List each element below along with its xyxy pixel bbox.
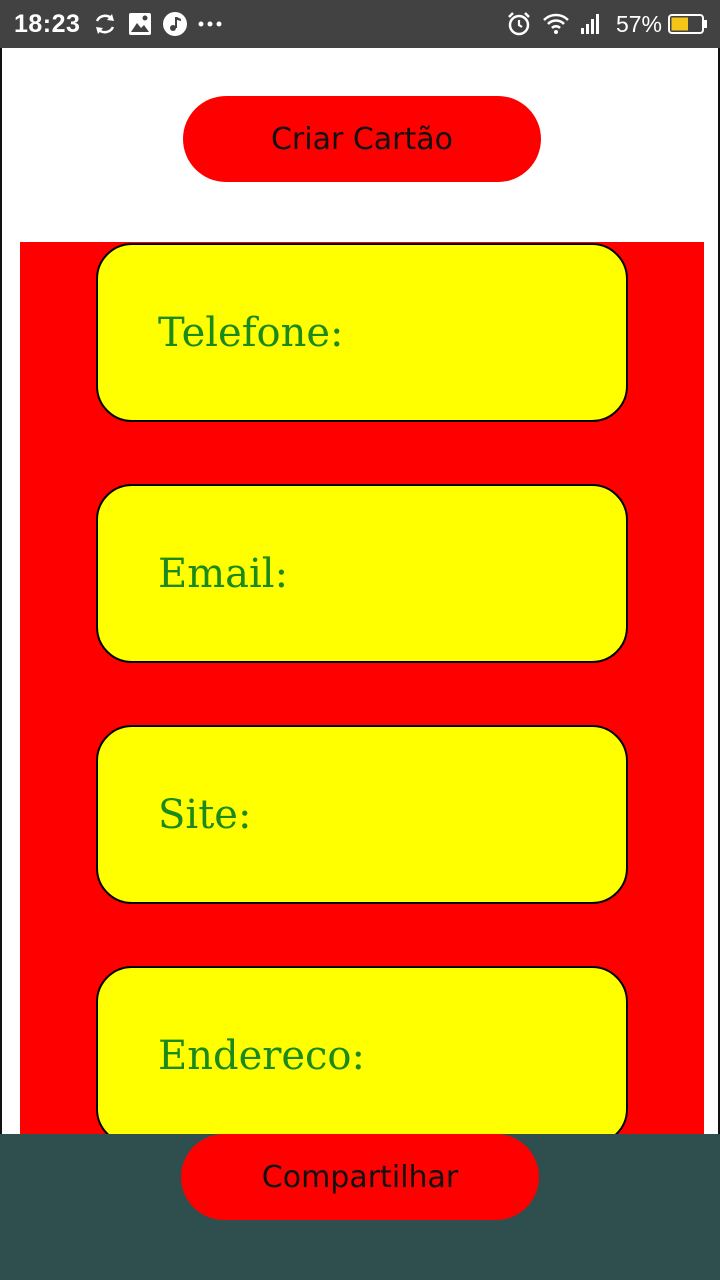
status-right: 57% [506,11,708,38]
wifi-icon [542,13,570,35]
sync-icon [92,11,118,37]
share-button[interactable]: Compartilhar [181,1134,539,1220]
image-icon [128,12,152,36]
site-field[interactable]: Site: [96,725,628,904]
status-bar: 18:23 57% [0,0,720,48]
status-clock: 18:23 [14,9,81,38]
signal-icon [580,13,602,35]
address-label: Endereco: [158,1032,365,1079]
address-field[interactable]: Endereco: [96,966,628,1145]
alarm-icon [506,11,532,37]
business-card-panel: Telefone: Email: Site: Endereco: [20,242,704,1146]
email-label: Email: [158,550,289,597]
battery-percent: 57% [615,10,662,37]
status-left: 18:23 [14,10,232,39]
music-icon [162,11,188,37]
phone-field[interactable]: Telefone: [96,243,628,422]
more-icon [198,19,222,29]
phone-label: Telefone: [158,309,344,356]
email-field[interactable]: Email: [96,484,628,663]
create-card-button[interactable]: Criar Cartão [183,96,541,182]
battery-icon [668,13,708,35]
bottom-bar: Compartilhar [0,1134,720,1280]
site-label: Site: [158,791,252,838]
app-screen: Criar Cartão Telefone: Email: Site: Ende… [0,48,720,1280]
